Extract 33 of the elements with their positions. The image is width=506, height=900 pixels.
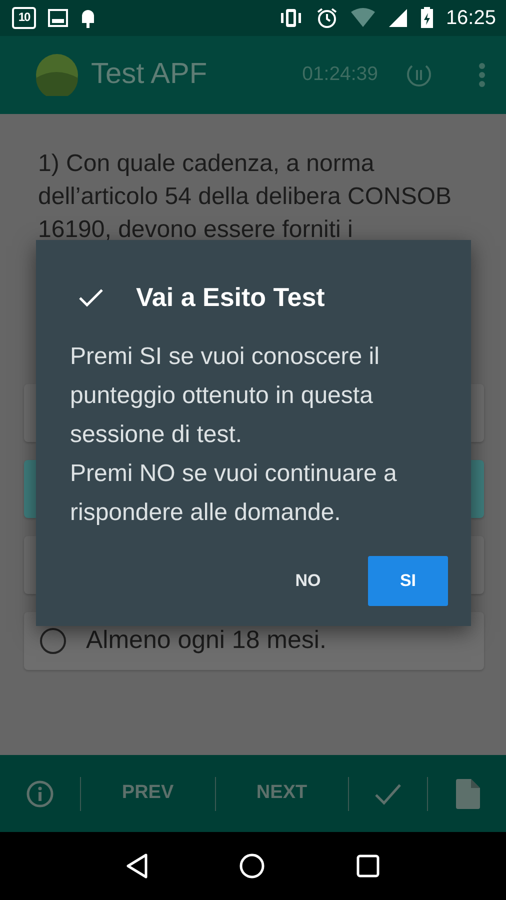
more-icon[interactable] xyxy=(478,63,486,87)
home-icon[interactable] xyxy=(238,853,265,879)
answer-card-edge[interactable] xyxy=(24,384,36,442)
battery-icon xyxy=(420,7,434,29)
signal-icon xyxy=(388,8,408,28)
question-text: 1) Con quale cadenza, a norma dell’articolo 54 della delibera CONSOB 16190, devono essere forniti i xyxy=(38,149,453,245)
answer-card-edge[interactable] xyxy=(471,460,484,518)
clock-time: 16:25 xyxy=(446,6,496,31)
app-title: Test APF xyxy=(91,57,208,92)
check-icon xyxy=(78,288,104,308)
dialog-title: Vai a Esito Test xyxy=(136,281,325,314)
image-icon xyxy=(48,9,68,27)
wifi-icon xyxy=(350,8,376,28)
back-icon[interactable] xyxy=(126,853,148,879)
document-icon[interactable] xyxy=(456,778,480,808)
dialog-message: Premi SI se vuoi conoscere il punteggio ottenuto in questa sessione di test. Premi NO se vuoi continuare a rispondere alle domande. xyxy=(70,342,398,528)
alarm-icon xyxy=(316,7,338,29)
logo-icon xyxy=(36,54,78,96)
next-button[interactable]: NEXT xyxy=(242,773,322,814)
answer-card-edge[interactable] xyxy=(24,536,36,594)
calendar-icon: 10 xyxy=(12,7,36,29)
timer: 01:24:39 xyxy=(302,62,378,88)
answer-card-edge[interactable] xyxy=(471,536,484,594)
recents-icon[interactable] xyxy=(356,854,380,878)
answer-card-edge[interactable] xyxy=(471,384,484,442)
answer-card-edge[interactable] xyxy=(24,460,36,518)
cancel-button[interactable]: NO xyxy=(268,556,348,606)
prev-button[interactable]: PREV xyxy=(108,773,188,814)
answer-text: Almeno ogni 18 mesi. xyxy=(86,625,326,656)
confirm-button[interactable]: SI xyxy=(368,556,448,606)
radio-button[interactable] xyxy=(40,628,66,654)
check-icon[interactable] xyxy=(374,782,402,804)
info-icon[interactable] xyxy=(26,780,54,808)
